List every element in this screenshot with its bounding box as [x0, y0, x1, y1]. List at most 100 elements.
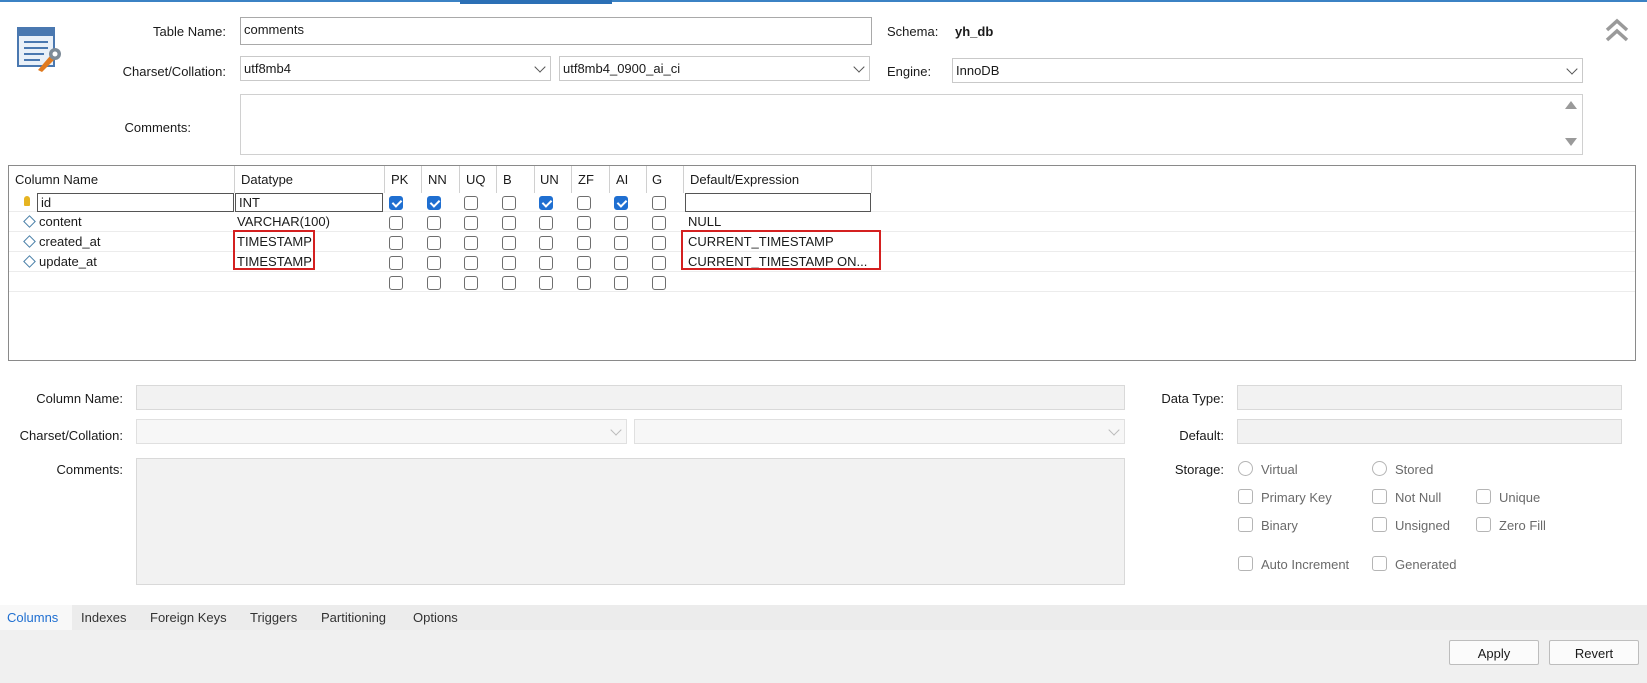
detail-comments-textarea[interactable]	[136, 458, 1125, 585]
header-column-name[interactable]: Column Name	[15, 172, 98, 187]
binary-checkbox[interactable]	[1238, 517, 1253, 532]
row-2-uq-checkbox[interactable]	[464, 236, 478, 250]
zero-fill-checkbox[interactable]	[1476, 517, 1491, 532]
editor-tab-bar: Columns Indexes Foreign Keys Triggers Pa…	[0, 605, 1647, 630]
row-1-b-checkbox[interactable]	[502, 216, 516, 230]
header-datatype[interactable]: Datatype	[241, 172, 293, 187]
tab-triggers[interactable]: Triggers	[250, 610, 297, 625]
row-4-pk-checkbox[interactable]	[389, 276, 403, 290]
detail-default-input[interactable]	[1237, 419, 1622, 444]
header-pk[interactable]: PK	[391, 172, 408, 187]
tab-options[interactable]: Options	[413, 610, 458, 625]
collation-select[interactable]: utf8mb4_0900_ai_ci	[559, 56, 870, 81]
row-3-zf-checkbox[interactable]	[577, 256, 591, 270]
row-4-zf-checkbox[interactable]	[577, 276, 591, 290]
apply-button[interactable]: Apply	[1449, 640, 1539, 665]
row-3-uq-checkbox[interactable]	[464, 256, 478, 270]
charset-select[interactable]: utf8mb4	[240, 56, 551, 81]
column-separator	[421, 166, 422, 193]
header-zf[interactable]: ZF	[578, 172, 594, 187]
detail-default-label: Default:	[1179, 428, 1224, 443]
row-2-g-checkbox[interactable]	[652, 236, 666, 250]
scroll-down-icon[interactable]	[1565, 138, 1577, 146]
row-1-zf-checkbox[interactable]	[577, 216, 591, 230]
collation-value: utf8mb4_0900_ai_ci	[563, 61, 681, 76]
header-default-expression[interactable]: Default/Expression	[690, 172, 799, 187]
row-id-default-input[interactable]	[685, 193, 871, 212]
row-2-ai-checkbox[interactable]	[614, 236, 628, 250]
row-0-b-checkbox[interactable]	[502, 196, 516, 210]
auto-increment-checkbox[interactable]	[1238, 556, 1253, 571]
row-2-nn-checkbox[interactable]	[427, 236, 441, 250]
table-name-input[interactable]: comments	[240, 17, 872, 45]
row-2-un-checkbox[interactable]	[539, 236, 553, 250]
row-0-nn-checkbox[interactable]	[427, 196, 441, 210]
row-3-g-checkbox[interactable]	[652, 256, 666, 270]
row-0-ai-checkbox[interactable]	[614, 196, 628, 210]
tab-indexes[interactable]: Indexes	[81, 610, 127, 625]
row-1-ai-checkbox[interactable]	[614, 216, 628, 230]
row-0-g-checkbox[interactable]	[652, 196, 666, 210]
detail-charset-select[interactable]	[136, 419, 627, 444]
header-b[interactable]: B	[503, 172, 512, 187]
row-3-nn-checkbox[interactable]	[427, 256, 441, 270]
row-id-datatype-input[interactable]: INT	[235, 193, 383, 212]
row-3-un-checkbox[interactable]	[539, 256, 553, 270]
tab-partitioning[interactable]: Partitioning	[321, 610, 386, 625]
row-2-zf-checkbox[interactable]	[577, 236, 591, 250]
row-4-ai-checkbox[interactable]	[614, 276, 628, 290]
stored-radio[interactable]	[1372, 461, 1387, 476]
row-0-zf-checkbox[interactable]	[577, 196, 591, 210]
detail-collation-select[interactable]	[634, 419, 1125, 444]
primary-key-checkbox[interactable]	[1238, 489, 1253, 504]
row-0-un-checkbox[interactable]	[539, 196, 553, 210]
schema-value: yh_db	[955, 24, 994, 39]
row-1-g-checkbox[interactable]	[652, 216, 666, 230]
row-4-nn-checkbox[interactable]	[427, 276, 441, 290]
row-2-b-checkbox[interactable]	[502, 236, 516, 250]
row-3-b-checkbox[interactable]	[502, 256, 516, 270]
row-1-un-checkbox[interactable]	[539, 216, 553, 230]
header-g[interactable]: G	[652, 172, 662, 187]
row-content-name[interactable]: content	[39, 214, 82, 229]
row-1-pk-checkbox[interactable]	[389, 216, 403, 230]
row-0-uq-checkbox[interactable]	[464, 196, 478, 210]
row-4-un-checkbox[interactable]	[539, 276, 553, 290]
detail-column-name-input[interactable]	[136, 385, 1125, 410]
row-id-name-input[interactable]: id	[37, 193, 234, 212]
generated-label: Generated	[1395, 557, 1457, 572]
column-separator	[384, 166, 385, 193]
revert-button[interactable]: Revert	[1549, 640, 1639, 665]
tab-columns[interactable]: Columns	[7, 610, 58, 625]
double-chevron-up-icon[interactable]	[1603, 16, 1631, 44]
scroll-up-icon[interactable]	[1565, 101, 1577, 109]
table-comments-textarea[interactable]	[240, 94, 1583, 155]
tab-foreign-keys[interactable]: Foreign Keys	[150, 610, 227, 625]
row-1-nn-checkbox[interactable]	[427, 216, 441, 230]
columns-grid[interactable]: Column Name Datatype PK NN UQ B UN ZF AI…	[8, 165, 1636, 361]
detail-data-type-input[interactable]	[1237, 385, 1622, 410]
row-4-b-checkbox[interactable]	[502, 276, 516, 290]
header-uq[interactable]: UQ	[466, 172, 486, 187]
generated-checkbox[interactable]	[1372, 556, 1387, 571]
header-ai[interactable]: AI	[616, 172, 628, 187]
row-4-uq-checkbox[interactable]	[464, 276, 478, 290]
row-update-at-name[interactable]: update_at	[39, 254, 97, 269]
header-un[interactable]: UN	[540, 172, 559, 187]
row-3-pk-checkbox[interactable]	[389, 256, 403, 270]
row-3-ai-checkbox[interactable]	[614, 256, 628, 270]
row-4-g-checkbox[interactable]	[652, 276, 666, 290]
unsigned-checkbox[interactable]	[1372, 517, 1387, 532]
virtual-radio[interactable]	[1238, 461, 1253, 476]
row-2-pk-checkbox[interactable]	[389, 236, 403, 250]
unique-checkbox[interactable]	[1476, 489, 1491, 504]
not-null-checkbox[interactable]	[1372, 489, 1387, 504]
row-content-default[interactable]: NULL	[688, 214, 721, 229]
row-content-datatype[interactable]: VARCHAR(100)	[237, 214, 330, 229]
header-nn[interactable]: NN	[428, 172, 447, 187]
engine-select[interactable]: InnoDB	[952, 58, 1583, 83]
charset-collation-label: Charset/Collation:	[122, 64, 226, 79]
row-created-at-name[interactable]: created_at	[39, 234, 100, 249]
row-1-uq-checkbox[interactable]	[464, 216, 478, 230]
row-0-pk-checkbox[interactable]	[389, 196, 403, 210]
